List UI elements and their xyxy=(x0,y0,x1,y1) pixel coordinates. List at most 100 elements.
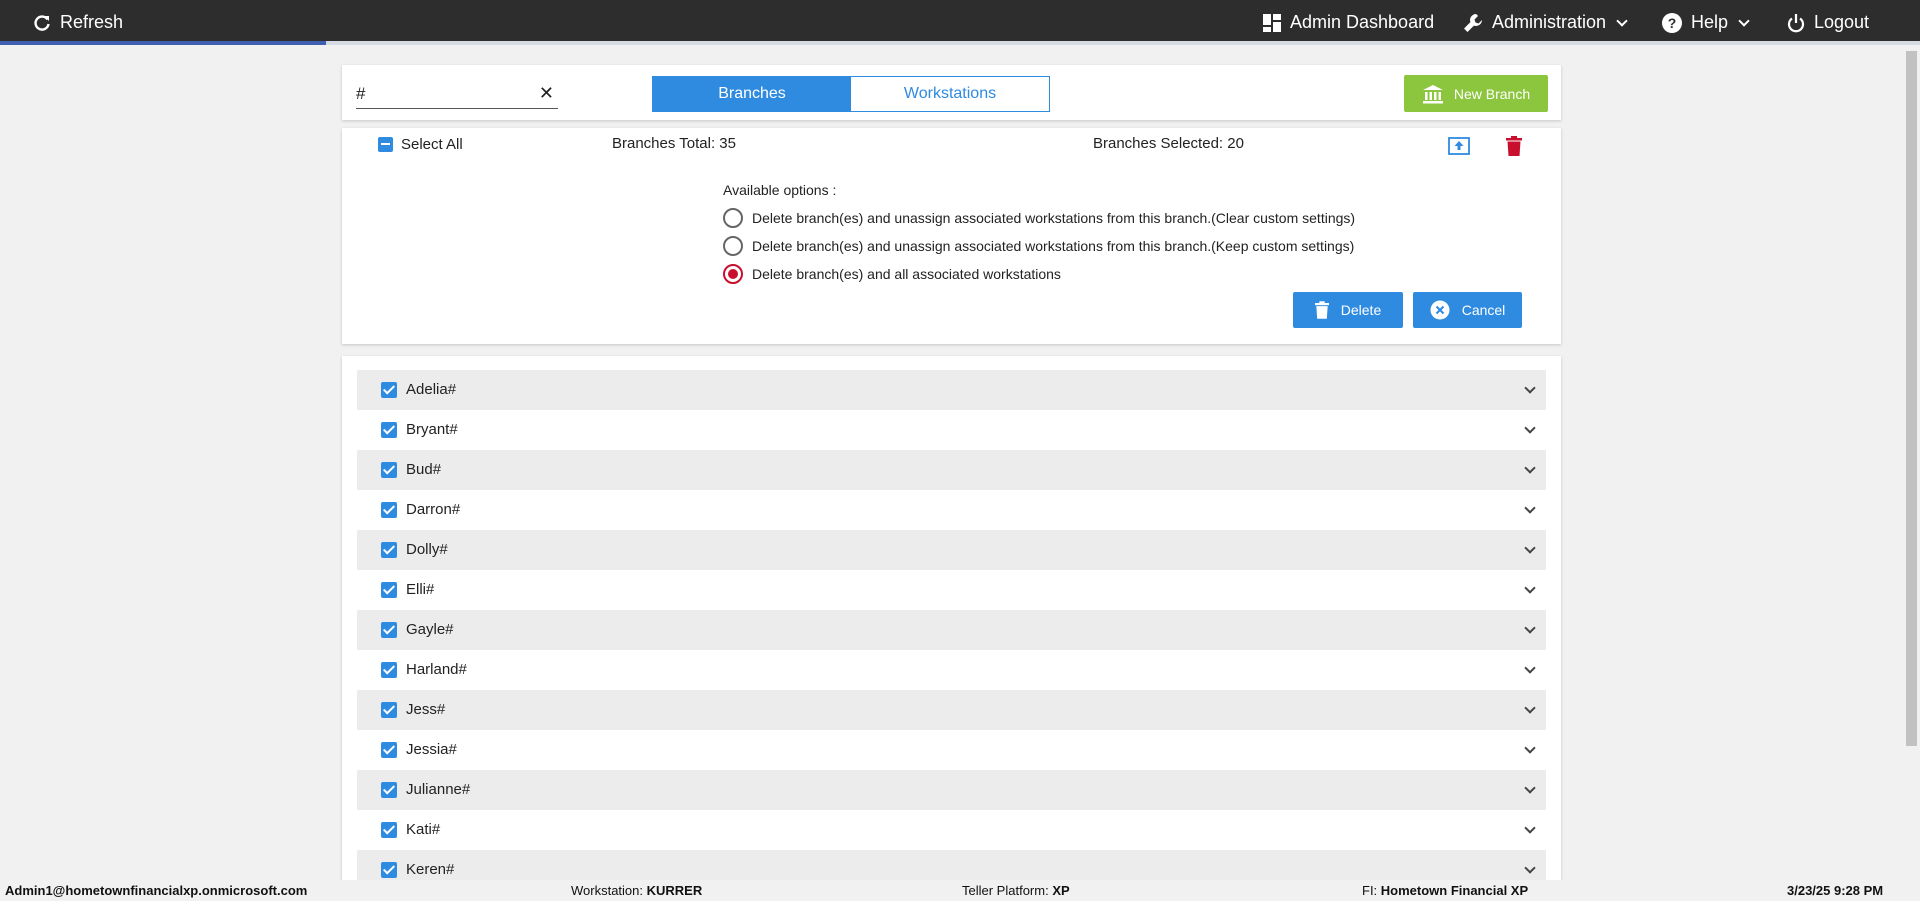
cancel-button[interactable]: Cancel xyxy=(1413,292,1522,328)
branch-checkbox[interactable] xyxy=(381,742,397,758)
status-footer: Admin1@hometownfinancialxp.onmicrosoft.c… xyxy=(0,880,1920,901)
radio-button[interactable] xyxy=(723,264,743,284)
export-button[interactable] xyxy=(1448,136,1470,161)
delete-options-panel: Select All Branches Total: 35 Branches S… xyxy=(342,128,1561,344)
chevron-down-icon xyxy=(1616,14,1628,27)
branch-name: Darron# xyxy=(406,501,461,518)
chevron-down-icon[interactable] xyxy=(1524,862,1536,874)
branch-checkbox[interactable] xyxy=(381,782,397,798)
select-all-checkbox[interactable]: Select All xyxy=(378,136,463,153)
admin-dashboard-link[interactable]: Admin Dashboard xyxy=(1262,0,1434,45)
delete-button[interactable]: Delete xyxy=(1293,292,1403,328)
clear-search-icon[interactable]: ✕ xyxy=(539,83,554,104)
branch-checkbox[interactable] xyxy=(381,862,397,878)
chevron-down-icon[interactable] xyxy=(1524,662,1536,674)
scrollbar-thumb[interactable] xyxy=(1906,51,1917,746)
radio-button[interactable] xyxy=(723,208,743,228)
radio-button[interactable] xyxy=(723,236,743,256)
close-circle-icon xyxy=(1430,300,1450,320)
branch-name: Kati# xyxy=(406,821,441,838)
delete-option-label: Delete branch(es) and unassign associate… xyxy=(752,210,1356,226)
tab-workstations[interactable]: Workstations xyxy=(851,77,1049,111)
chevron-down-icon[interactable] xyxy=(1524,582,1536,594)
upload-icon xyxy=(1448,137,1470,155)
branch-row[interactable]: Adelia# xyxy=(357,370,1546,410)
branch-name: Jessia# xyxy=(406,741,457,758)
branch-row[interactable]: Elli# xyxy=(357,570,1546,610)
admin-dashboard-label: Admin Dashboard xyxy=(1290,12,1435,32)
top-navigation-bar: Refresh Admin Dashboard Administration ?… xyxy=(0,0,1920,45)
delete-option-all-workstations[interactable]: Delete branch(es) and all associated wor… xyxy=(723,264,1061,284)
branch-name: Harland# xyxy=(406,661,467,678)
branch-row[interactable]: Harland# xyxy=(357,650,1546,690)
branch-row[interactable]: Gayle# xyxy=(357,610,1546,650)
delete-option-clear-settings[interactable]: Delete branch(es) and unassign associate… xyxy=(723,208,1355,228)
branch-name: Keren# xyxy=(406,861,455,878)
footer-fi-value: Hometown Financial XP xyxy=(1380,883,1529,898)
footer-workstation-value: KURRER xyxy=(646,883,703,898)
branch-row[interactable]: Jessia# xyxy=(357,730,1546,770)
branch-checkbox[interactable] xyxy=(381,622,397,638)
bank-icon xyxy=(1422,84,1443,103)
chevron-down-icon[interactable] xyxy=(1524,702,1536,714)
branch-row[interactable]: Julianne# xyxy=(357,770,1546,810)
footer-user: Admin1@hometownfinancialxp.onmicrosoft.c… xyxy=(5,883,308,898)
branch-checkbox[interactable] xyxy=(381,542,397,558)
search-input[interactable] xyxy=(356,81,531,107)
delete-selected-button[interactable] xyxy=(1506,136,1522,161)
chevron-down-icon[interactable] xyxy=(1524,382,1536,394)
delete-option-label: Delete branch(es) and all associated wor… xyxy=(752,266,1061,282)
branches-selected: Branches Selected: 20 xyxy=(1093,135,1244,152)
footer-platform-label: Teller Platform: xyxy=(962,883,1053,898)
chevron-down-icon[interactable] xyxy=(1524,782,1536,794)
branch-checkbox[interactable] xyxy=(381,822,397,838)
page-scrollbar[interactable] xyxy=(1903,45,1920,880)
branch-row[interactable]: Bud# xyxy=(357,450,1546,490)
footer-datetime: 3/23/25 9:28 PM xyxy=(1787,883,1884,898)
footer-platform-value: XP xyxy=(1052,883,1070,898)
branch-name: Adelia# xyxy=(406,381,457,398)
new-branch-button[interactable]: New Branch xyxy=(1404,75,1548,112)
tab-branches[interactable]: Branches xyxy=(653,77,851,111)
chevron-down-icon[interactable] xyxy=(1524,822,1536,834)
branch-name: Bud# xyxy=(406,461,442,478)
cancel-label: Cancel xyxy=(1461,302,1506,318)
chevron-down-icon[interactable] xyxy=(1524,742,1536,754)
delete-option-keep-settings[interactable]: Delete branch(es) and unassign associate… xyxy=(723,236,1354,256)
branch-row[interactable]: Kati# xyxy=(357,810,1546,850)
branch-checkbox[interactable] xyxy=(381,422,397,438)
refresh-icon xyxy=(34,14,50,31)
refresh-button[interactable]: Refresh xyxy=(32,0,123,45)
power-icon xyxy=(1787,13,1805,32)
trash-icon xyxy=(1314,301,1329,319)
help-label: Help xyxy=(1691,12,1729,32)
chevron-down-icon[interactable] xyxy=(1524,462,1536,474)
branch-row[interactable]: Darron# xyxy=(357,490,1546,530)
branch-name: Elli# xyxy=(406,581,435,598)
branch-row[interactable]: Bryant# xyxy=(357,410,1546,450)
branch-row[interactable]: Jess# xyxy=(357,690,1546,730)
branch-checkbox[interactable] xyxy=(381,582,397,598)
branch-checkbox[interactable] xyxy=(381,462,397,478)
chevron-down-icon[interactable] xyxy=(1524,542,1536,554)
footer-workstation-label: Workstation: xyxy=(571,883,647,898)
branch-row[interactable]: Keren# xyxy=(357,850,1546,880)
new-branch-label: New Branch xyxy=(1453,85,1531,102)
branch-row[interactable]: Dolly# xyxy=(357,530,1546,570)
branch-checkbox[interactable] xyxy=(381,662,397,678)
help-menu[interactable]: ? Help xyxy=(1661,0,1750,45)
chevron-down-icon[interactable] xyxy=(1524,422,1536,434)
branch-list: Adelia# Bryant# Bud# Darron# Dolly# Elli# Gayl… xyxy=(342,356,1561,880)
indeterminate-checkbox-icon xyxy=(378,137,393,152)
svg-text:?: ? xyxy=(1668,15,1677,31)
branch-checkbox[interactable] xyxy=(381,702,397,718)
help-icon: ? xyxy=(1662,12,1682,33)
branch-checkbox[interactable] xyxy=(381,502,397,518)
branch-name: Julianne# xyxy=(406,781,471,798)
administration-menu[interactable]: Administration xyxy=(1462,0,1628,45)
chevron-down-icon[interactable] xyxy=(1524,502,1536,514)
chevron-down-icon[interactable] xyxy=(1524,622,1536,634)
logout-button[interactable]: Logout xyxy=(1786,0,1869,45)
available-options-heading: Available options : xyxy=(723,182,837,198)
branch-checkbox[interactable] xyxy=(381,382,397,398)
